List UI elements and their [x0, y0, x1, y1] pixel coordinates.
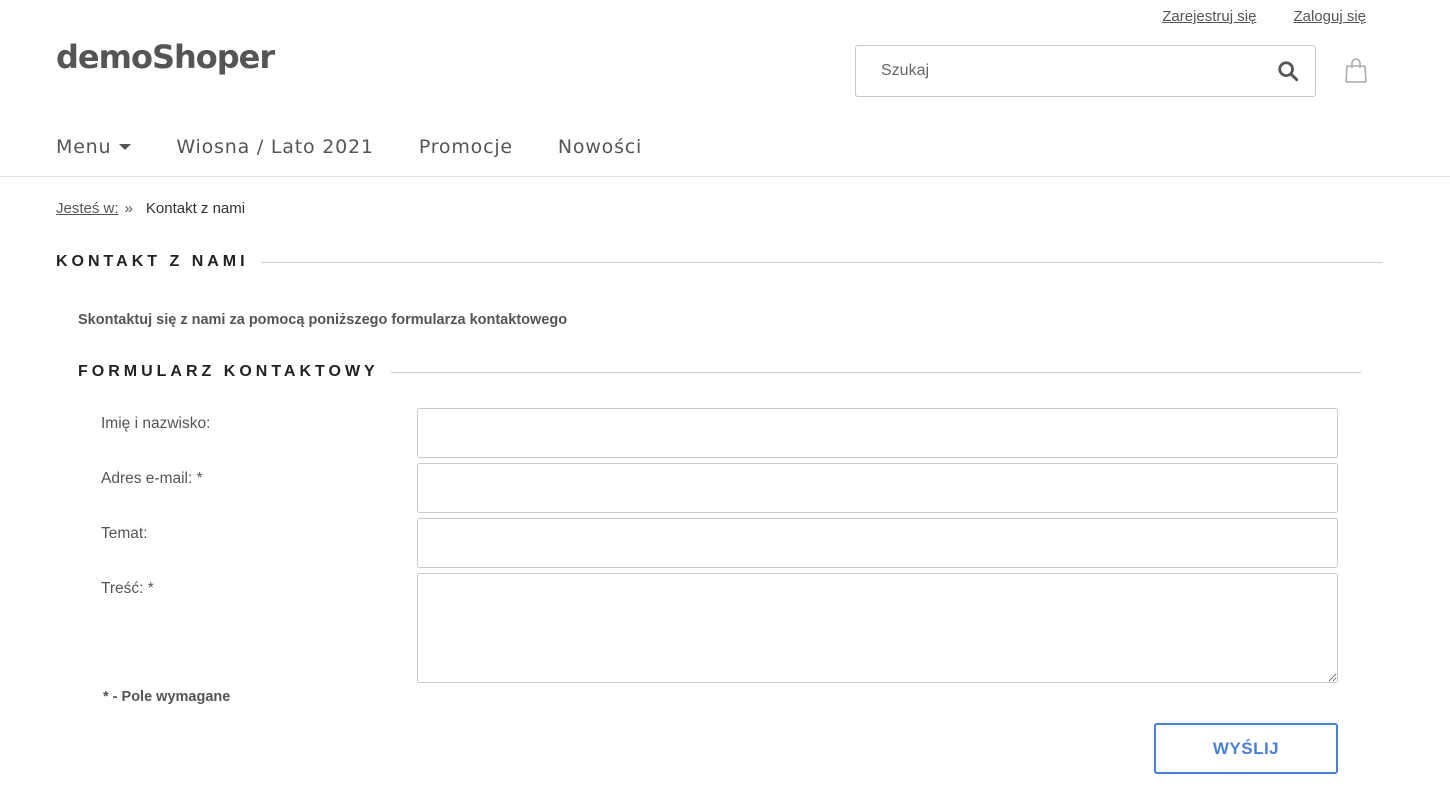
- site-logo[interactable]: demoShoper: [56, 38, 275, 76]
- search-icon[interactable]: [1277, 60, 1299, 82]
- search-box: [855, 45, 1316, 97]
- intro-text: Skontaktuj się z nami za pomocą poniższe…: [78, 312, 568, 328]
- form-title: FORMULARZ KONTAKTOWY: [78, 363, 1361, 381]
- name-label: Imię i nazwisko:: [101, 415, 211, 432]
- nav-item-promotions[interactable]: Promocje: [419, 136, 513, 158]
- main-nav: Menu Wiosna / Lato 2021 Promocje Nowości: [56, 136, 687, 158]
- nav-item-spring-summer[interactable]: Wiosna / Lato 2021: [176, 136, 373, 158]
- breadcrumb: Jesteś w: » Kontakt z nami: [56, 200, 245, 217]
- shopping-bag-icon[interactable]: [1345, 57, 1367, 83]
- nav-item-menu[interactable]: Menu: [56, 136, 132, 158]
- name-field[interactable]: [417, 408, 1338, 458]
- page-title-rule: [260, 261, 1383, 263]
- page-title-text: KONTAKT Z NAMI: [56, 253, 249, 270]
- subject-label: Temat:: [101, 525, 148, 542]
- email-label: Adres e-mail: *: [101, 470, 203, 487]
- message-label: Treść: *: [101, 580, 154, 597]
- caret-down-icon: [119, 144, 132, 150]
- top-links: Zarejestruj się Zaloguj się: [1162, 8, 1366, 25]
- register-link[interactable]: Zarejestruj się: [1162, 8, 1256, 25]
- nav-menu-label: Menu: [56, 136, 112, 158]
- form-title-rule: [390, 371, 1361, 373]
- breadcrumb-separator: »: [124, 200, 133, 217]
- breadcrumb-prefix-link[interactable]: Jesteś w:: [56, 200, 119, 217]
- nav-divider: [0, 176, 1450, 177]
- nav-item-new[interactable]: Nowości: [558, 136, 642, 158]
- form-title-text: FORMULARZ KONTAKTOWY: [78, 363, 379, 380]
- email-field[interactable]: [417, 463, 1338, 513]
- breadcrumb-current: Kontakt z nami: [145, 200, 246, 217]
- message-textarea[interactable]: [417, 573, 1338, 683]
- subject-field[interactable]: [417, 518, 1338, 568]
- required-note: * - Pole wymagane: [103, 689, 231, 705]
- login-link[interactable]: Zaloguj się: [1293, 8, 1366, 25]
- page-title: KONTAKT Z NAMI: [56, 253, 1383, 271]
- submit-button[interactable]: WYŚLIJ: [1154, 723, 1338, 774]
- search-input[interactable]: [856, 46, 1276, 96]
